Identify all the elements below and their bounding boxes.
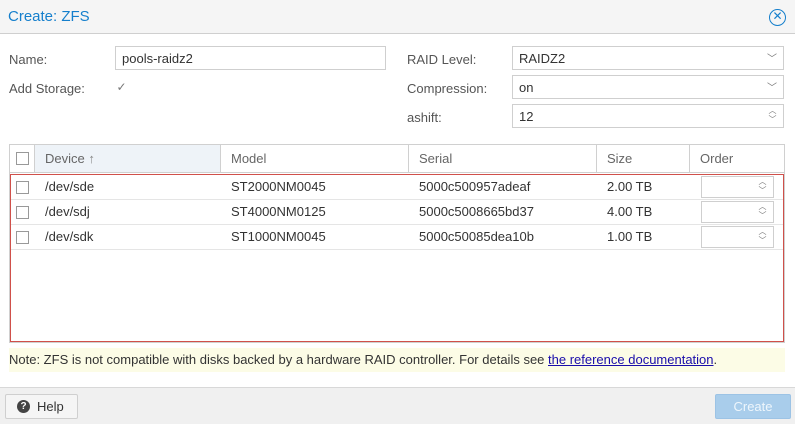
add-storage-checkbox[interactable]: ✓ <box>115 81 128 94</box>
model-cell: ST4000NM0125 <box>231 204 326 219</box>
reference-docs-link[interactable]: the reference documentation <box>548 352 714 367</box>
question-icon: ? <box>17 400 30 413</box>
name-label: Name: <box>9 52 48 67</box>
spinner-arrows-icon[interactable]: ︿ ﹀ <box>758 202 767 222</box>
add-storage-label: Add Storage: <box>9 81 85 96</box>
order-spinner[interactable]: ︿ ﹀ <box>701 176 774 198</box>
row-checkbox[interactable] <box>16 206 29 219</box>
help-button[interactable]: ? Help <box>5 394 78 419</box>
raid-level-select[interactable]: RAIDZ2 ﹀ <box>512 46 784 70</box>
help-button-label: Help <box>37 399 64 414</box>
row-checkbox[interactable] <box>16 231 29 244</box>
ashift-label: ashift: <box>407 110 442 125</box>
serial-cell: 5000c5008665bd37 <box>419 204 534 219</box>
table-row[interactable]: /dev/sdk ST1000NM0045 5000c50085dea10b 1… <box>11 225 783 250</box>
ashift-spinner[interactable]: 12 ︿ ﹀ <box>512 104 784 128</box>
device-cell: /dev/sdj <box>45 204 90 219</box>
spinner-arrows-icon[interactable]: ︿ ﹀ <box>758 177 767 197</box>
chevron-down-icon: ﹀ <box>767 54 777 65</box>
size-cell: 2.00 TB <box>607 179 653 194</box>
note-text: Note: ZFS is not compatible with disks b… <box>9 352 549 367</box>
spinner-arrows-icon[interactable]: ︿ ﹀ <box>768 106 777 126</box>
serial-cell: 5000c50085dea10b <box>419 229 534 244</box>
raid-level-label: RAID Level: <box>407 52 477 67</box>
chevron-down-icon: ﹀ <box>767 83 777 94</box>
raid-level-value: RAIDZ2 <box>519 51 566 66</box>
size-cell: 4.00 TB <box>607 204 653 219</box>
select-all-checkbox[interactable] <box>16 152 29 165</box>
ashift-value: 12 <box>519 109 534 124</box>
select-all-cell <box>10 145 35 172</box>
create-button[interactable]: Create <box>715 394 791 419</box>
table-row[interactable]: /dev/sdj ST4000NM0125 5000c5008665bd37 4… <box>11 200 783 225</box>
serial-cell: 5000c500957adeaf <box>419 179 531 194</box>
table-row[interactable]: /dev/sde ST2000NM0045 5000c500957adeaf 2… <box>11 175 783 200</box>
compression-label: Compression: <box>407 81 488 96</box>
grid-header: Device ↑ Model Serial Size Order <box>10 145 784 173</box>
sort-ascending-icon: ↑ <box>88 151 95 166</box>
row-checkbox[interactable] <box>16 181 29 194</box>
column-serial[interactable]: Serial <box>409 145 597 172</box>
disk-grid: Device ↑ Model Serial Size Order /dev/sd… <box>9 144 785 343</box>
column-size[interactable]: Size <box>597 145 690 172</box>
size-cell: 1.00 TB <box>607 229 653 244</box>
model-cell: ST1000NM0045 <box>231 229 326 244</box>
column-model[interactable]: Model <box>221 145 409 172</box>
device-cell: /dev/sde <box>45 179 95 194</box>
zfs-note: Note: ZFS is not compatible with disks b… <box>9 348 785 372</box>
dialog-titlebar: Create: ZFS ✕ <box>0 0 795 34</box>
model-cell: ST2000NM0045 <box>231 179 326 194</box>
name-input[interactable]: pools-raidz2 <box>115 46 386 70</box>
spinner-arrows-icon[interactable]: ︿ ﹀ <box>758 227 767 247</box>
note-suffix: . <box>713 352 718 367</box>
close-icon[interactable]: ✕ <box>769 9 786 26</box>
order-spinner[interactable]: ︿ ﹀ <box>701 201 774 223</box>
column-device-label: Device <box>45 151 85 166</box>
grid-body: /dev/sde ST2000NM0045 5000c500957adeaf 2… <box>10 174 784 342</box>
order-spinner[interactable]: ︿ ﹀ <box>701 226 774 248</box>
compression-select[interactable]: on ﹀ <box>512 75 784 99</box>
column-device[interactable]: Device ↑ <box>35 145 221 172</box>
dialog-title: Create: ZFS <box>8 8 90 25</box>
column-order[interactable]: Order <box>690 145 784 172</box>
device-cell: /dev/sdk <box>45 229 94 244</box>
compression-value: on <box>519 80 534 95</box>
dialog-footer: ? Help Create <box>0 387 795 424</box>
